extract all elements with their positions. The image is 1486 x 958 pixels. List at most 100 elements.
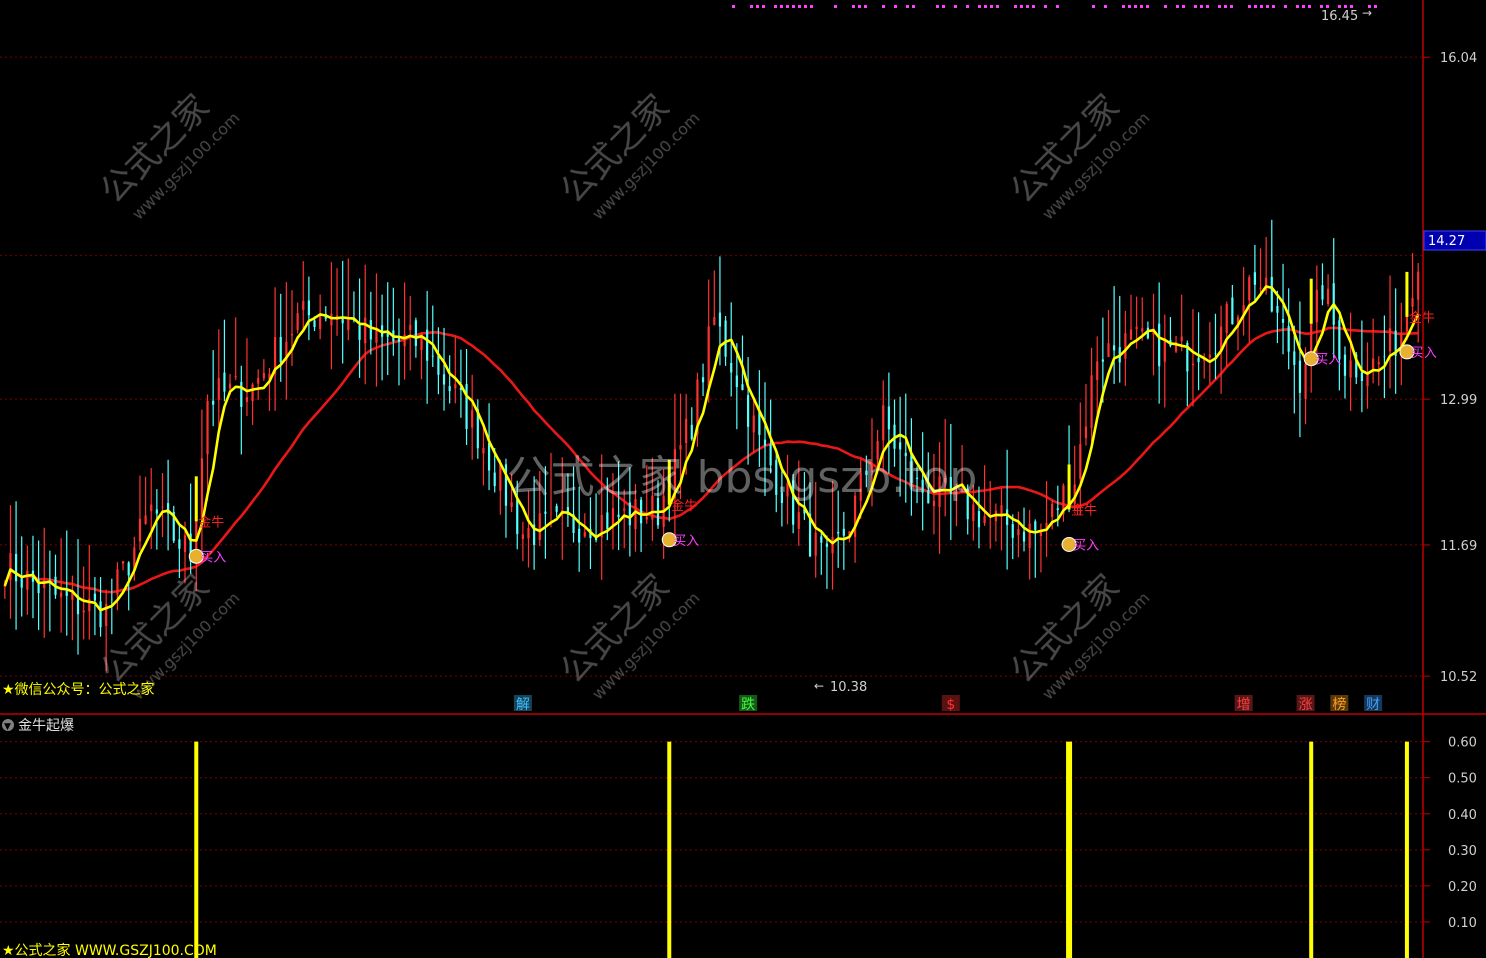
sub-axis-label: 0.40 xyxy=(1448,808,1477,823)
event-dot xyxy=(756,5,759,8)
event-dot xyxy=(894,5,897,8)
event-dot xyxy=(996,5,999,8)
axis-tick-label: 16.04 xyxy=(1440,51,1477,66)
indicator-bar xyxy=(667,741,672,958)
event-dot xyxy=(1308,5,1311,8)
event-dot xyxy=(1260,5,1263,8)
event-dot xyxy=(1140,5,1143,8)
high-annotation: 16.45 xyxy=(1321,9,1358,24)
event-tag-0: 解 xyxy=(516,697,530,713)
event-dot xyxy=(1056,5,1059,8)
stock-chart[interactable]: 买入买入 买入买入 买入金牛金牛 金牛金牛 公式之家www.gszj100.com 公式… xyxy=(0,0,1486,958)
event-dot xyxy=(990,5,993,8)
event-dot xyxy=(1302,5,1305,8)
buy-label: 买入 xyxy=(1315,353,1341,368)
indicator-bar xyxy=(1404,741,1409,958)
event-dot xyxy=(1026,5,1029,8)
event-dot xyxy=(810,5,813,8)
buy-label: 买入 xyxy=(200,550,226,565)
event-dot xyxy=(1374,5,1377,8)
sub-axis-label: 0.20 xyxy=(1448,880,1477,895)
current-price-tag: 14.27 xyxy=(1428,234,1465,249)
event-dot xyxy=(1134,5,1137,8)
event-dot xyxy=(732,5,735,8)
event-dot xyxy=(1020,5,1023,8)
axis-tick-label: 10.52 xyxy=(1440,670,1477,685)
event-dot xyxy=(798,5,801,8)
event-dot xyxy=(1296,5,1299,8)
event-dot xyxy=(1272,5,1275,8)
collapse-chevron-icon: ▼ xyxy=(4,722,11,732)
sub-axis-label: 0.30 xyxy=(1448,844,1477,859)
event-dot xyxy=(1200,5,1203,8)
buy-label: 买入 xyxy=(673,534,699,549)
event-dot xyxy=(1176,5,1179,8)
event-dot xyxy=(1146,5,1149,8)
event-tag-1: 跌 xyxy=(741,697,755,713)
indicator-name: 金牛起爆 xyxy=(18,718,74,734)
event-tag-2: $ xyxy=(946,697,955,713)
sub-axis-label: 0.10 xyxy=(1448,916,1477,931)
buy-label: 买入 xyxy=(1411,346,1437,361)
event-dot xyxy=(792,5,795,8)
event-dot xyxy=(864,5,867,8)
low-arrow-icon: ← xyxy=(814,679,824,693)
event-dot xyxy=(1206,5,1209,8)
high-arrow-icon: → xyxy=(1362,6,1372,20)
main-caption: ★微信公众号：公式之家 xyxy=(2,681,155,698)
event-tag-5: 榜 xyxy=(1332,696,1346,713)
jinniu-label: 金牛 xyxy=(1071,502,1097,518)
event-dot xyxy=(966,5,969,8)
event-dot xyxy=(954,5,957,8)
event-dot xyxy=(1326,5,1329,8)
event-dot xyxy=(834,5,837,8)
event-dot xyxy=(774,5,777,8)
event-tag-6: 财 xyxy=(1366,697,1380,713)
event-dot xyxy=(1266,5,1269,8)
event-dot xyxy=(1284,5,1287,8)
event-dot xyxy=(858,5,861,8)
sub-axis-label: 0.60 xyxy=(1448,736,1477,751)
buy-label: 买入 xyxy=(1073,538,1099,553)
event-dot xyxy=(780,5,783,8)
event-dot xyxy=(1320,5,1323,8)
event-dot xyxy=(750,5,753,8)
signal-spike xyxy=(1309,278,1313,324)
jinniu-label: 金牛 xyxy=(1409,310,1435,326)
axis-tick-label: 11.69 xyxy=(1440,539,1477,554)
event-dot xyxy=(978,5,981,8)
jinniu-label: 金牛 xyxy=(198,514,224,530)
event-dot xyxy=(1104,5,1107,8)
axis-tick-label: 12.99 xyxy=(1440,393,1477,408)
event-dot xyxy=(1224,5,1227,8)
low-annotation: 10.38 xyxy=(830,680,867,695)
event-dot xyxy=(1044,5,1047,8)
event-dot xyxy=(1014,5,1017,8)
event-tag-3: 增 xyxy=(1237,697,1251,713)
event-dot xyxy=(936,5,939,8)
event-dot xyxy=(906,5,909,8)
event-dot xyxy=(1218,5,1221,8)
event-dot xyxy=(1230,5,1233,8)
center-watermark: 公式之家 bbs.gszb.top xyxy=(507,452,978,503)
event-dot xyxy=(1032,5,1035,8)
event-dot xyxy=(786,5,789,8)
event-dot xyxy=(804,5,807,8)
sub-caption: ★公式之家 WWW.GSZJ100.COM xyxy=(2,942,217,958)
event-dot xyxy=(882,5,885,8)
event-dot xyxy=(1128,5,1131,8)
event-dot xyxy=(1254,5,1257,8)
indicator-bar xyxy=(194,741,199,958)
event-dot xyxy=(1092,5,1095,8)
event-dot xyxy=(852,5,855,8)
event-dot xyxy=(984,5,987,8)
indicator-bar xyxy=(1066,741,1073,958)
event-dot xyxy=(1248,5,1251,8)
event-dot xyxy=(1164,5,1167,8)
event-dot xyxy=(912,5,915,8)
event-dot xyxy=(1350,5,1353,8)
indicator-bar xyxy=(1309,741,1314,958)
sub-axis-label: 0.50 xyxy=(1448,772,1477,787)
event-dot xyxy=(1182,5,1185,8)
event-dot xyxy=(1194,5,1197,8)
